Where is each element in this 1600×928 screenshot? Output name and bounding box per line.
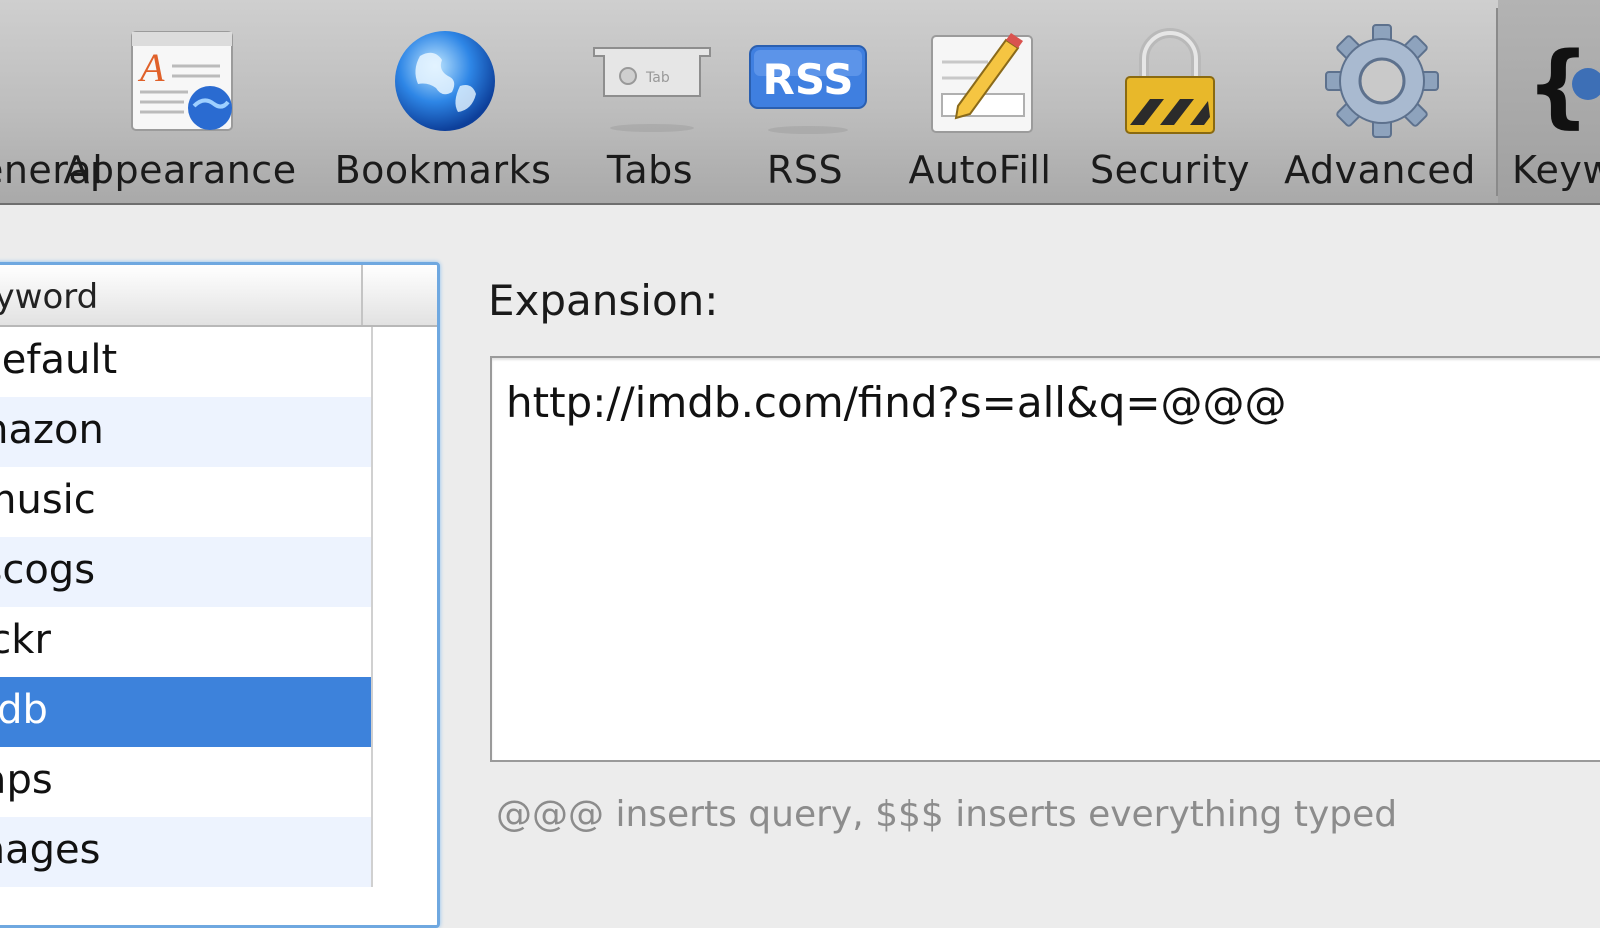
keyword-rows: Default amazon amusic discogs flickr imd… [0, 327, 373, 887]
toolbar-item-label: Appearance [63, 148, 297, 192]
toolbar-item-advanced[interactable]: Advanced [1280, 0, 1480, 200]
lock-icon [1120, 22, 1220, 140]
toolbar-item-label: AutoFill [908, 148, 1052, 192]
list-item[interactable]: amazon [0, 397, 373, 467]
toolbar-item-label: RSS [766, 148, 844, 192]
gear-icon [1324, 22, 1440, 140]
autofill-pencil-icon [928, 22, 1038, 140]
appearance-font-icon: A [128, 22, 238, 140]
toolbar-item-label: Keywords [1512, 148, 1600, 192]
svg-text:RSS: RSS [763, 55, 854, 104]
expansion-hint: @@@ inserts query, $$$ inserts everythin… [496, 794, 1398, 835]
expansion-value: http://imdb.com/find?s=all&q=@@@ [506, 378, 1287, 427]
tab-icon: Tab [590, 22, 714, 140]
svg-text:A: A [137, 45, 165, 90]
toolbar-item-label: Security [1089, 148, 1251, 192]
list-item[interactable]: amusic [0, 467, 373, 537]
toolbar-item-autofill[interactable]: AutoFill [900, 0, 1060, 200]
list-item-selected[interactable]: imdb [0, 677, 373, 747]
toolbar-item-general[interactable]: General [0, 0, 103, 200]
globe-icon [390, 22, 500, 140]
list-item[interactable]: Default [0, 327, 373, 397]
toolbar-item-security[interactable]: Security [1090, 0, 1250, 200]
list-item[interactable]: discogs [0, 537, 373, 607]
toolbar-item-label: Bookmarks [334, 148, 552, 192]
toolbar-item-appearance[interactable]: A Appearance [60, 0, 300, 200]
svg-text:Tab: Tab [645, 70, 670, 86]
keyword-table[interactable]: Keyword Default amazon amusic discogs fl… [0, 262, 440, 928]
toolbar-item-tabs[interactable]: Tab Tabs [580, 0, 720, 200]
toolbar-item-label: Tabs [606, 148, 694, 192]
list-item[interactable]: maps [0, 747, 373, 817]
toolbar-item-keywords[interactable]: { Keywords [1498, 0, 1600, 200]
preferences-toolbar: General A Appearance [0, 0, 1600, 205]
keyword-column-header[interactable]: Keyword [0, 265, 363, 325]
rss-icon: RSS [746, 22, 870, 140]
list-item[interactable]: images [0, 817, 373, 887]
toolbar-item-rss[interactable]: RSS RSS [740, 0, 870, 200]
expansion-label: Expansion: [488, 276, 719, 325]
keyword-column-title: Keyword [0, 277, 99, 317]
table-empty-column [373, 327, 437, 925]
braces-icon: { [1526, 22, 1600, 140]
keyword-table-header: Keyword [0, 265, 437, 327]
list-item[interactable]: flickr [0, 607, 373, 677]
toolbar-item-bookmarks[interactable]: Bookmarks [330, 0, 556, 200]
expansion-field[interactable]: http://imdb.com/find?s=all&q=@@@ [490, 356, 1600, 762]
toolbar-item-label: Advanced [1284, 148, 1476, 192]
